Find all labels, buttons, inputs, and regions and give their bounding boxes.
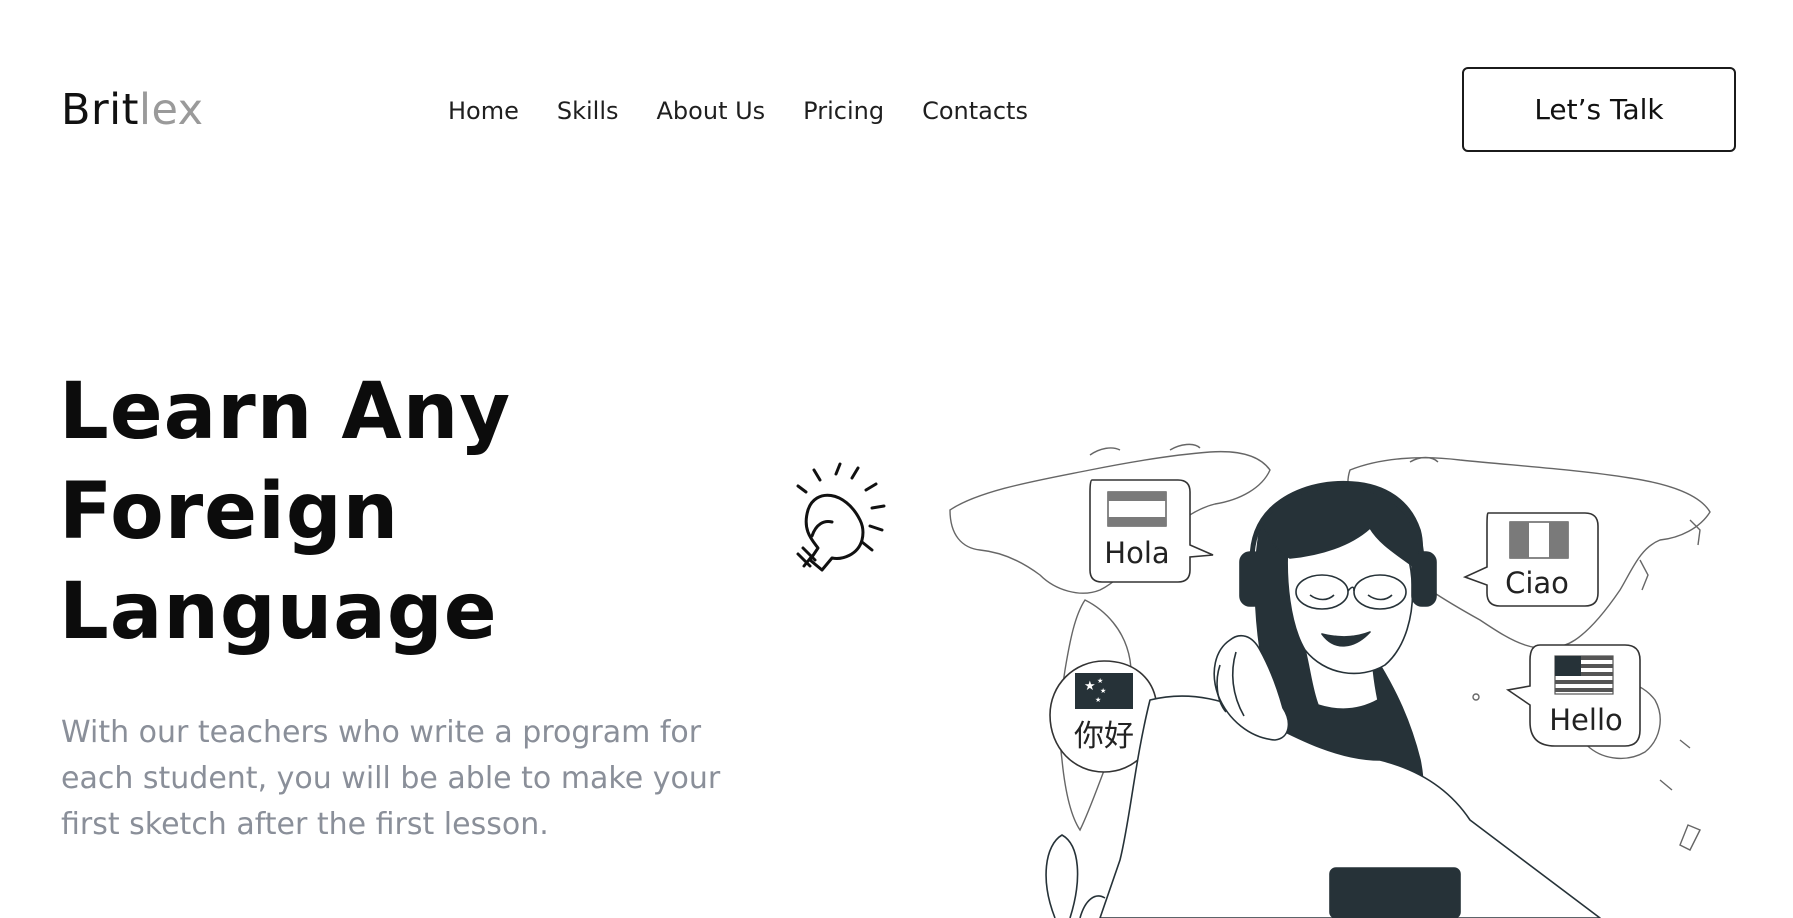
hero-title: Learn Any Foreign Language bbox=[59, 362, 511, 662]
hero-title-line: Learn Any bbox=[59, 367, 512, 457]
nav-pricing[interactable]: Pricing bbox=[803, 96, 884, 126]
hero-description-line: each student, you will be able to make y… bbox=[61, 761, 721, 796]
nav-about-us[interactable]: About Us bbox=[657, 96, 766, 126]
svg-text:★: ★ bbox=[1084, 679, 1096, 694]
hero-description: With our teachers who write a program fo… bbox=[61, 710, 741, 848]
nav-contacts[interactable]: Contacts bbox=[922, 96, 1028, 126]
nav-home[interactable]: Home bbox=[448, 96, 519, 126]
hero-description-line: first sketch after the first lesson. bbox=[61, 807, 549, 842]
svg-text:★: ★ bbox=[1095, 696, 1101, 704]
main-nav: Home Skills About Us Pricing Contacts bbox=[448, 96, 1028, 126]
bubble-spanish: Hola bbox=[1089, 479, 1214, 583]
landing-page: Britlex Home Skills About Us Pricing Con… bbox=[0, 0, 1793, 918]
bubble-chinese-label: 你好 bbox=[1074, 719, 1134, 754]
nav-skills[interactable]: Skills bbox=[557, 96, 619, 126]
hero-title-line: Foreign bbox=[59, 467, 400, 557]
bubble-italian: Ciao bbox=[1462, 512, 1599, 607]
bubble-english-label: Hello bbox=[1549, 703, 1623, 737]
hero-illustration: Hola Ciao ★ ★ ★ ★ 你好 Hello bbox=[796, 443, 1711, 918]
bubble-english: Hello bbox=[1505, 644, 1641, 747]
svg-text:★: ★ bbox=[1100, 687, 1106, 695]
lets-talk-button[interactable]: Let’s Talk bbox=[1462, 67, 1736, 152]
flag-spain-icon bbox=[1107, 491, 1167, 527]
logo-part-light: lex bbox=[139, 85, 204, 135]
hero-title-line: Language bbox=[59, 567, 498, 657]
bubble-spanish-label: Hola bbox=[1104, 536, 1169, 570]
logo-part-dark: Brit bbox=[61, 85, 139, 135]
bubble-italian-label: Ciao bbox=[1505, 566, 1569, 600]
flag-usa-icon bbox=[1554, 655, 1614, 695]
svg-text:★: ★ bbox=[1097, 677, 1103, 685]
logo[interactable]: Britlex bbox=[61, 82, 204, 138]
lightbulb-icon bbox=[796, 462, 886, 572]
flag-china-icon: ★ ★ ★ ★ bbox=[1075, 673, 1133, 709]
flag-italy-icon bbox=[1509, 521, 1569, 559]
hero-description-line: With our teachers who write a program fo… bbox=[61, 715, 702, 750]
